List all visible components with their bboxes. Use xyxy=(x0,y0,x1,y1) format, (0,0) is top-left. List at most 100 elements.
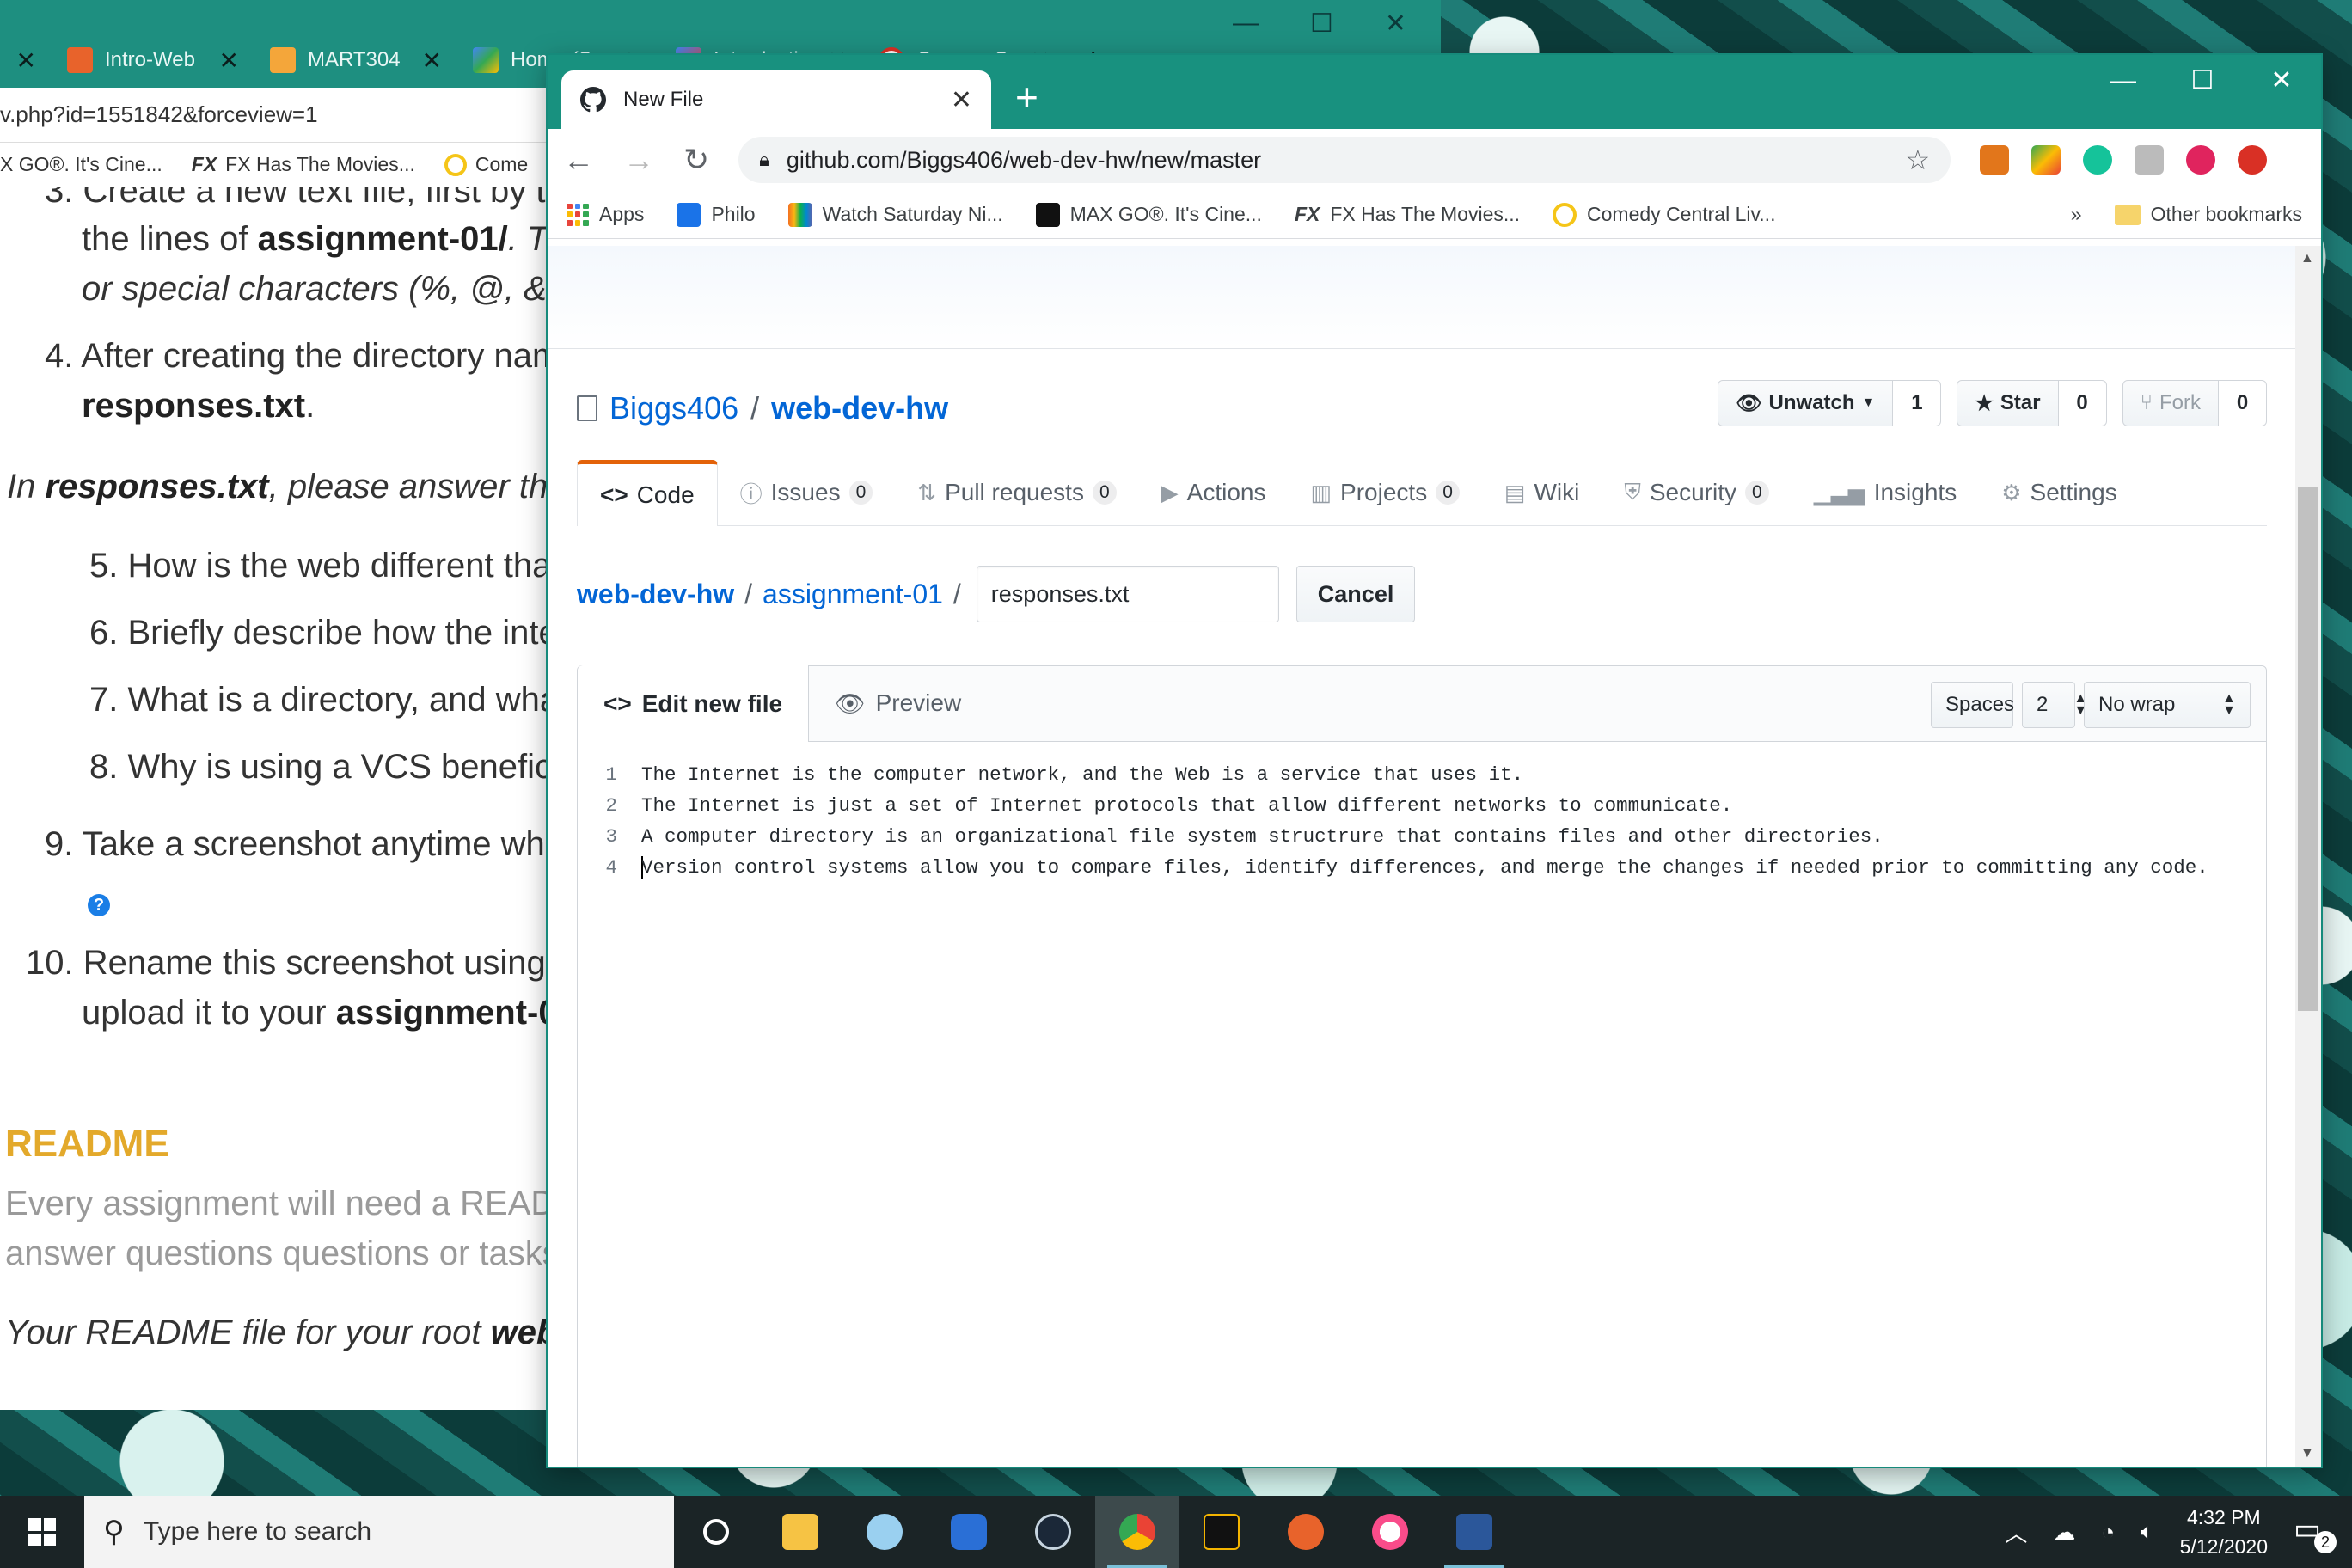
scroll-down-icon[interactable]: ▼ xyxy=(2300,1446,2314,1461)
extension-icon[interactable] xyxy=(2135,145,2165,175)
indent-size-select[interactable]: 2 ▲ ▼ xyxy=(2022,682,2087,728)
app-button[interactable] xyxy=(927,1496,1011,1568)
word-button[interactable] xyxy=(1432,1496,1516,1568)
app-button[interactable] xyxy=(1179,1496,1264,1568)
background-tab[interactable]: ✕ xyxy=(0,33,52,88)
bookmark-maxgo[interactable]: MAX GO®. It's Cine... xyxy=(1035,202,1262,227)
tab-projects[interactable]: ▥ Projects 0 xyxy=(1288,460,1481,525)
background-tab[interactable]: Intro-Web ✕ xyxy=(52,33,254,88)
bookmark-snl[interactable]: Watch Saturday Ni... xyxy=(787,202,1003,227)
close-icon[interactable]: ✕ xyxy=(219,46,239,75)
code-line[interactable]: 3 A computer directory is an organization… xyxy=(578,821,2266,852)
close-tab-icon[interactable]: ✕ xyxy=(951,85,972,115)
tab-insights[interactable]: ▁▃▅ Insights xyxy=(1792,460,1980,525)
close-icon[interactable]: ✕ xyxy=(16,46,36,75)
repo-owner-link[interactable]: Biggs406 xyxy=(609,390,738,426)
indent-mode-select[interactable]: Spaces▲▼ xyxy=(1931,682,2054,728)
cancel-button[interactable]: Cancel xyxy=(1295,566,1416,622)
wrap-mode-select[interactable]: No wrap ▲ ▼ xyxy=(2084,682,2251,728)
maximize-icon[interactable]: ☐ xyxy=(2163,55,2242,107)
clock[interactable]: 4:32 PM 5/12/2020 xyxy=(2180,1503,2268,1561)
star-button[interactable]: ★ Star xyxy=(1957,380,2059,426)
background-tab[interactable]: MART304 ✕ xyxy=(254,33,457,88)
code-line[interactable]: 1 The Internet is the computer network, a… xyxy=(578,759,2266,790)
notifications-button[interactable]: ▭ 2 xyxy=(2294,1512,2337,1553)
breadcrumb-folder-link[interactable]: assignment-01 xyxy=(763,579,943,610)
bookmark-item[interactable]: X GO®. It's Cine... xyxy=(0,153,162,176)
code-area[interactable]: 1 The Internet is the computer network, a… xyxy=(578,742,2266,900)
chevron-up-icon[interactable]: ︿ xyxy=(2005,1516,2027,1548)
itunes-button[interactable] xyxy=(1348,1496,1432,1568)
bookmark-apps[interactable]: Apps xyxy=(567,203,644,226)
bookmark-other[interactable]: Other bookmarks xyxy=(2114,203,2302,226)
tab-issues[interactable]: ⓘ Issues 0 xyxy=(718,460,896,525)
bookmark-star-icon[interactable]: ☆ xyxy=(1905,144,1930,176)
close-icon[interactable]: ✕ xyxy=(1385,9,1406,39)
forward-icon[interactable]: → xyxy=(623,142,654,178)
edit-file-tab[interactable]: <> Edit new file xyxy=(578,665,810,742)
maximize-icon[interactable]: ☐ xyxy=(1310,9,1333,39)
bookmark-fx[interactable]: FX FX Has The Movies... xyxy=(1295,203,1520,226)
bookmark-item[interactable]: Come xyxy=(444,153,528,177)
hd-app-icon xyxy=(1204,1514,1240,1550)
weather-icon[interactable]: ☁ xyxy=(2053,1519,2075,1546)
new-tab-button[interactable]: + xyxy=(1015,74,1038,120)
code-line[interactable]: 2 The Internet is just a set of Internet … xyxy=(578,790,2266,821)
preview-tab[interactable]: 👁︎ Preview xyxy=(809,665,987,741)
start-button[interactable] xyxy=(0,1496,84,1568)
close-icon[interactable]: ✕ xyxy=(422,46,442,75)
fork-button[interactable]: ⑂ Fork xyxy=(2122,380,2219,426)
bookmarks-overflow-button[interactable]: » xyxy=(2071,203,2082,226)
help-icon[interactable]: ? xyxy=(88,880,110,919)
tab-wiki[interactable]: ▤ Wiki xyxy=(1482,460,1602,525)
close-window-icon[interactable]: ✕ xyxy=(2242,55,2321,107)
scroll-up-icon[interactable]: ▲ xyxy=(2300,251,2314,266)
question-item: 8. Why is using a VCS beneficia xyxy=(89,748,579,786)
minimize-icon[interactable]: — xyxy=(1233,9,1259,39)
app-button[interactable] xyxy=(842,1496,927,1568)
metamask-icon[interactable] xyxy=(1980,145,2010,175)
address-bar[interactable]: 🔒︎ github.com/Biggs406/web-dev-hw/new/ma… xyxy=(738,137,1951,183)
file-editor: <>Edit new file 👁︎Preview Spaces▲▼ 2▲▼ N… xyxy=(577,665,2267,1467)
breadcrumb-repo-link[interactable]: web-dev-hw xyxy=(577,579,734,610)
watch-count[interactable]: 1 xyxy=(1893,380,1942,426)
app-button[interactable] xyxy=(1264,1496,1348,1568)
readme-paragraph: Your README file for your root web- xyxy=(5,1314,569,1351)
filename-input[interactable] xyxy=(976,566,1279,622)
chrome-button[interactable] xyxy=(1095,1496,1179,1568)
unwatch-button[interactable]: 👁︎ Unwatch ▼ xyxy=(1718,380,1894,426)
steam-button[interactable] xyxy=(1011,1496,1095,1568)
active-tab[interactable]: New File ✕ xyxy=(561,70,991,129)
repo-name-link[interactable]: web-dev-hw xyxy=(771,390,948,426)
tab-settings[interactable]: ⚙ Settings xyxy=(1979,460,2139,525)
extension-icons xyxy=(1980,145,2268,175)
tab-code[interactable]: <> Code xyxy=(577,460,718,526)
grammarly-icon[interactable] xyxy=(2083,145,2113,175)
bookmark-item[interactable]: FX FX Has The Movies... xyxy=(192,153,415,176)
extension-icon[interactable] xyxy=(2031,145,2061,175)
back-icon[interactable]: ← xyxy=(563,142,594,178)
file-explorer-button[interactable] xyxy=(758,1496,842,1568)
code-line[interactable]: 4 Version control systems allow you to co… xyxy=(578,852,2266,883)
folder-icon xyxy=(2114,204,2141,225)
reload-icon[interactable]: ↻ xyxy=(683,142,709,178)
volume-icon[interactable]: 🔈︎ xyxy=(2141,1518,2154,1546)
tab-security[interactable]: ⛨ Security 0 xyxy=(1602,460,1791,525)
github-browser-window[interactable]: New File ✕ + — ☐ ✕ ← → ↻ 🔒︎ github.com/B… xyxy=(548,55,2321,1467)
tab-pull-requests[interactable]: ⇅ Pull requests 0 xyxy=(895,460,1138,525)
tab-actions[interactable]: ▶ Actions xyxy=(1139,460,1289,525)
bookmark-philo[interactable]: Philo xyxy=(677,202,756,227)
profile-avatar-icon[interactable] xyxy=(2186,145,2216,175)
taskbar-search-box[interactable]: ⚲ Type here to search xyxy=(84,1496,674,1568)
star-count[interactable]: 0 xyxy=(2058,380,2107,426)
scrollbar-thumb[interactable] xyxy=(2298,487,2318,1011)
question-item: 7. What is a directory, and wha xyxy=(89,681,560,719)
watch-group: 👁︎ Unwatch ▼ 1 xyxy=(1718,380,1942,426)
wifi-icon[interactable]: ◔ xyxy=(2101,1519,2115,1546)
vertical-scrollbar[interactable]: ▲ ▼ xyxy=(2295,246,2321,1467)
task-view-button[interactable] xyxy=(674,1496,758,1568)
bookmark-comedy-central[interactable]: Comedy Central Liv... xyxy=(1553,202,1775,227)
minimize-icon[interactable]: — xyxy=(2084,55,2163,107)
update-icon[interactable] xyxy=(2238,145,2268,175)
fork-count[interactable]: 0 xyxy=(2219,380,2267,426)
